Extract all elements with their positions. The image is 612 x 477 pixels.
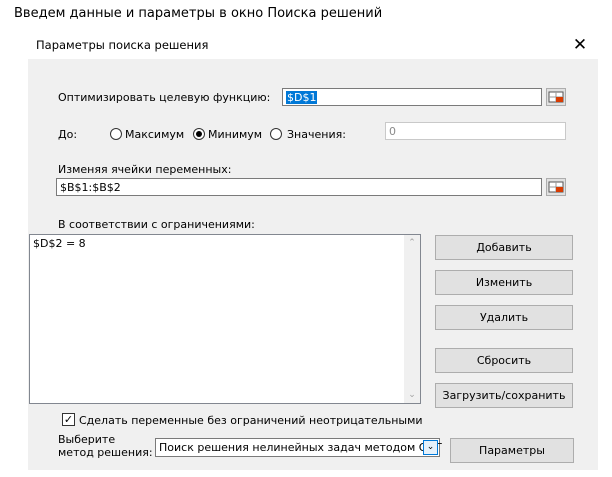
load-save-button[interactable]: Загрузить/сохранить	[435, 383, 573, 408]
method-label-line1: Выберите	[58, 433, 116, 446]
change-button[interactable]: Изменить	[435, 270, 573, 295]
chevron-down-icon[interactable]: ⌄	[423, 440, 438, 455]
reset-button[interactable]: Сбросить	[435, 348, 573, 373]
constraints-scrollbar[interactable]: ⌃ ⌄	[404, 235, 420, 403]
objective-label: Оптимизировать целевую функцию:	[58, 91, 271, 104]
radio-value[interactable]	[270, 128, 282, 140]
page-caption: Введем данные и параметры в окно Поиска …	[14, 6, 383, 21]
constraint-item[interactable]: $D$2 = 8	[33, 237, 86, 250]
variables-collapse-button[interactable]	[546, 178, 566, 196]
method-label-line2: метод решения:	[58, 446, 153, 459]
method-value: Поиск решения нелинейных задач методом О…	[159, 441, 443, 454]
radio-min[interactable]	[193, 128, 205, 140]
range-select-icon	[548, 181, 564, 193]
variables-label: Изменяя ячейки переменных:	[58, 163, 232, 176]
objective-field[interactable]: $D$1	[282, 88, 542, 106]
variables-field[interactable]: $B$1:$B$2	[56, 178, 542, 196]
scroll-up-icon[interactable]: ⌃	[404, 238, 420, 248]
constraints-list[interactable]: $D$2 = 8 ⌃ ⌄	[29, 234, 421, 404]
radio-max[interactable]	[110, 128, 122, 140]
radio-value-label: Значения:	[287, 128, 346, 141]
add-button[interactable]: Добавить	[435, 235, 573, 260]
dialog-title: Параметры поиска решения	[36, 38, 209, 52]
constraints-label: В соответствии с ограничениями:	[58, 218, 255, 231]
scroll-down-icon[interactable]: ⌄	[404, 390, 420, 400]
value-field[interactable]: 0	[385, 122, 566, 140]
objective-value: $D$1	[286, 91, 318, 104]
to-label: До:	[58, 128, 78, 141]
method-select[interactable]: Поиск решения нелинейных задач методом О…	[155, 438, 443, 457]
radio-min-label: Минимум	[208, 128, 263, 141]
radio-max-label: Максимум	[125, 128, 185, 141]
range-select-icon	[548, 91, 564, 103]
nonneg-checkbox[interactable]: ✓	[62, 413, 75, 426]
close-icon[interactable]: ✕	[569, 34, 591, 56]
nonneg-label: Сделать переменные без ограничений неотр…	[79, 414, 423, 427]
delete-button[interactable]: Удалить	[435, 305, 573, 330]
objective-collapse-button[interactable]	[546, 88, 566, 106]
params-button[interactable]: Параметры	[450, 438, 574, 463]
